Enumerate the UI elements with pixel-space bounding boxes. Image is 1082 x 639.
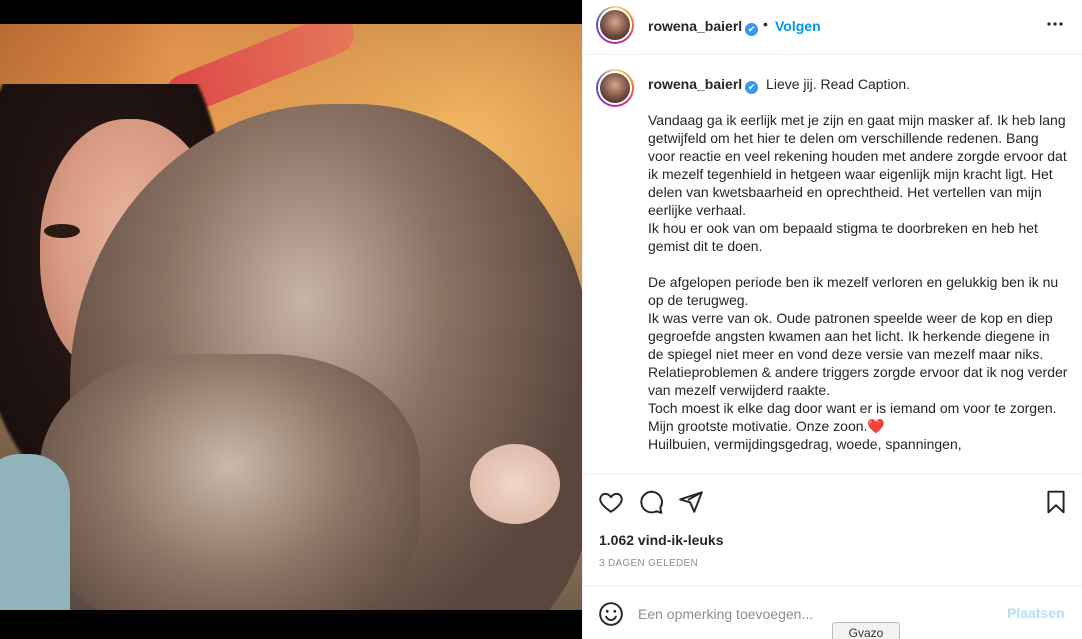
avatar-image bbox=[598, 71, 632, 105]
follow-button[interactable]: Volgen bbox=[775, 18, 821, 34]
caption-area: rowena_baierl ✔ Lieve jij. Read Caption. … bbox=[583, 56, 1082, 474]
photo-child-cheek bbox=[470, 444, 560, 524]
comment-input[interactable] bbox=[638, 603, 998, 625]
avatar[interactable] bbox=[596, 6, 634, 44]
verified-badge-icon: ✔ bbox=[745, 81, 759, 94]
photo-blue-jacket bbox=[0, 454, 70, 610]
likes-count[interactable]: 1.062 vind-ik-leuks bbox=[599, 532, 724, 548]
caption-username-link[interactable]: rowena_baierl bbox=[648, 76, 742, 92]
bookmark-icon[interactable] bbox=[1043, 489, 1069, 515]
post-header: rowena_baierl ✔ • Volgen bbox=[583, 0, 1082, 55]
post-comment-button[interactable]: Plaatsen bbox=[1007, 605, 1065, 621]
caption-text: Vandaag ga ik eerlijk met je zijn en gaa… bbox=[648, 112, 1068, 452]
post-timestamp[interactable]: 3 DAGEN GELEDEN bbox=[599, 558, 698, 569]
photo-eye-left bbox=[44, 224, 80, 238]
post-photo[interactable] bbox=[0, 24, 582, 610]
post-author: rowena_baierl ✔ bbox=[648, 18, 759, 36]
separator-dot: • bbox=[763, 16, 768, 32]
post-side-panel: rowena_baierl ✔ • Volgen rowena_baierl ✔ L… bbox=[582, 0, 1082, 639]
comment-icon[interactable] bbox=[638, 489, 664, 515]
tooltip: Gvazo bbox=[832, 622, 900, 639]
post-actions: 1.062 vind-ik-leuks 3 DAGEN GELEDEN bbox=[583, 474, 1082, 586]
caption-head: rowena_baierl ✔ Lieve jij. Read Caption. bbox=[648, 76, 910, 94]
photo-fur-collar bbox=[40, 354, 420, 610]
avatar-image bbox=[598, 8, 632, 42]
heart-icon[interactable] bbox=[598, 489, 624, 515]
username-link[interactable]: rowena_baierl bbox=[648, 18, 742, 34]
emoji-icon[interactable] bbox=[598, 601, 624, 627]
caption-intro: Lieve jij. Read Caption. bbox=[766, 76, 911, 92]
verified-badge-icon: ✔ bbox=[745, 23, 759, 36]
share-icon[interactable] bbox=[678, 489, 704, 515]
more-options-icon[interactable] bbox=[1043, 12, 1067, 42]
caption-avatar[interactable] bbox=[596, 69, 634, 107]
